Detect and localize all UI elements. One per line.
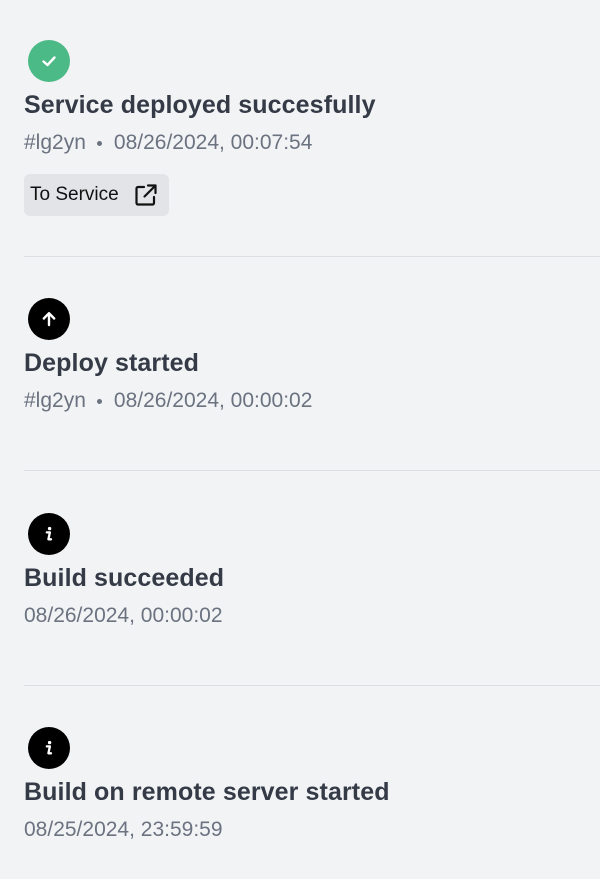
external-link-icon bbox=[133, 182, 159, 208]
deployment-id: #lg2yn bbox=[24, 131, 86, 154]
event-meta: 08/26/2024, 00:00:02 bbox=[24, 603, 600, 629]
timeline-event-deployed: Service deployed succesfully #lg2yn 08/2… bbox=[24, 40, 600, 216]
event-title: Build on remote server started bbox=[24, 778, 390, 806]
info-icon bbox=[28, 513, 70, 555]
divider bbox=[24, 685, 600, 686]
event-timestamp: 08/25/2024, 23:59:59 bbox=[24, 818, 223, 841]
separator-dot bbox=[96, 398, 102, 404]
event-timestamp: 08/26/2024, 00:00:02 bbox=[24, 604, 223, 627]
event-title: Deploy started bbox=[24, 349, 200, 377]
timeline-event-deploy-started: Deploy started #lg2yn 08/26/2024, 00:00:… bbox=[24, 298, 600, 414]
arrow-up-icon bbox=[28, 298, 70, 340]
deployment-timeline: Service deployed succesfully #lg2yn 08/2… bbox=[0, 0, 600, 879]
deployment-id: #lg2yn bbox=[24, 389, 86, 412]
event-timestamp: 08/26/2024, 00:00:02 bbox=[113, 389, 313, 412]
timeline-event-remote-build-started: Build on remote server started 08/25/202… bbox=[24, 727, 600, 843]
event-timestamp: 08/26/2024, 00:07:54 bbox=[113, 131, 313, 154]
timeline-event-build-succeeded: Build succeeded 08/26/2024, 00:00:02 bbox=[24, 513, 600, 629]
to-service-label: To Service bbox=[30, 184, 119, 205]
separator-dot bbox=[96, 140, 102, 146]
event-meta: #lg2yn 08/26/2024, 00:07:54 bbox=[24, 130, 600, 156]
event-meta: #lg2yn 08/26/2024, 00:00:02 bbox=[24, 388, 600, 414]
event-meta: 08/25/2024, 23:59:59 bbox=[24, 817, 600, 843]
divider bbox=[24, 470, 600, 471]
event-title: Build succeeded bbox=[24, 564, 225, 592]
divider bbox=[24, 256, 600, 257]
check-icon bbox=[28, 40, 70, 82]
info-icon bbox=[28, 727, 70, 769]
event-title: Service deployed succesfully bbox=[24, 91, 376, 119]
to-service-button[interactable]: To Service bbox=[24, 174, 169, 216]
